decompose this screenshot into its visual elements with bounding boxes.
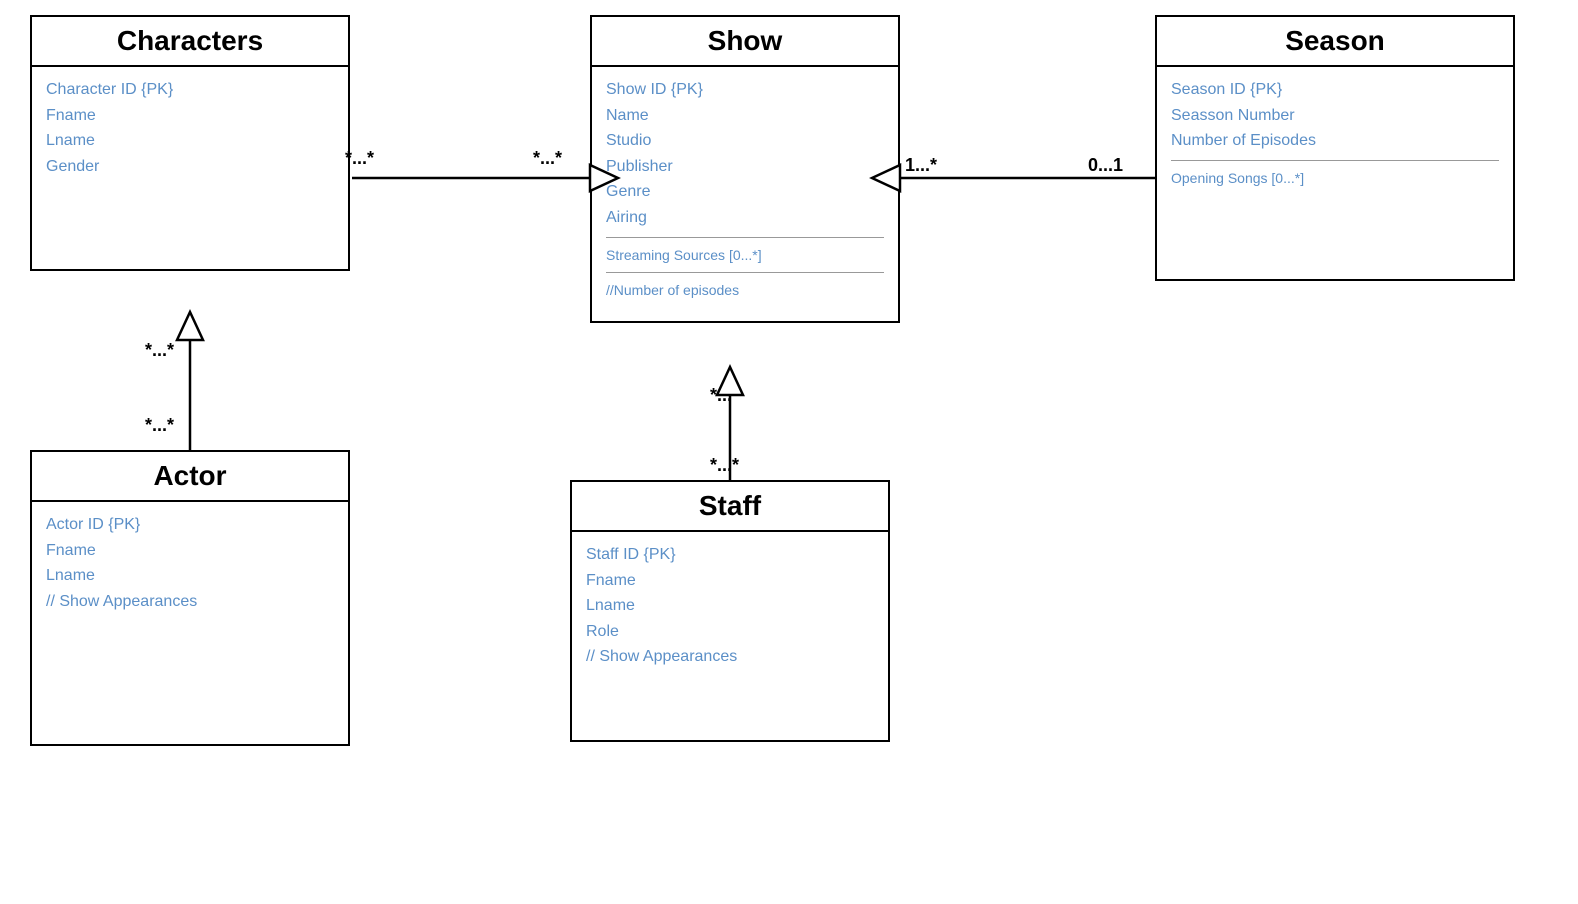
season-attr-2: Seasson Number xyxy=(1171,103,1499,129)
characters-header: Characters xyxy=(32,17,348,67)
mult-char-show-right: *...* xyxy=(533,148,562,169)
season-attr-1: Season ID {PK} xyxy=(1171,77,1499,103)
characters-body: Character ID {PK} Fname Lname Gender xyxy=(32,67,348,269)
show-derived-1: Streaming Sources [0...*] xyxy=(606,244,884,266)
show-divider xyxy=(606,237,884,238)
mult-char-show-left: *...* xyxy=(345,148,374,169)
staff-attr-4: Role xyxy=(586,619,874,645)
show-attr-2: Name xyxy=(606,103,884,129)
show-attr-5: Genre xyxy=(606,179,884,205)
actor-box: Actor Actor ID {PK} Fname Lname // Show … xyxy=(30,450,350,746)
actor-attr-2: Fname xyxy=(46,538,334,564)
char-attr-2: Fname xyxy=(46,103,334,129)
show-header: Show xyxy=(592,17,898,67)
char-attr-3: Lname xyxy=(46,128,334,154)
mult-show-season-right: 0...1 xyxy=(1088,155,1123,176)
mult-actor-char-bottom: *...* xyxy=(145,415,174,436)
season-derived: Opening Songs [0...*] xyxy=(1171,167,1499,189)
mult-staff-show-top: *...* xyxy=(710,385,739,406)
actor-attr-4: // Show Appearances xyxy=(46,589,334,615)
staff-attr-1: Staff ID {PK} xyxy=(586,542,874,568)
show-attr-3: Studio xyxy=(606,128,884,154)
staff-title: Staff xyxy=(699,490,761,521)
mult-show-season-left: 1...* xyxy=(905,155,937,176)
season-title: Season xyxy=(1285,25,1385,56)
show-body: Show ID {PK} Name Studio Publisher Genre… xyxy=(592,67,898,321)
show-derived-2: //Number of episodes xyxy=(606,279,884,301)
show-attr-4: Publisher xyxy=(606,154,884,180)
show-box: Show Show ID {PK} Name Studio Publisher … xyxy=(590,15,900,323)
actor-attr-3: Lname xyxy=(46,563,334,589)
show-divider2 xyxy=(606,272,884,273)
season-divider xyxy=(1171,160,1499,161)
actor-attr-1: Actor ID {PK} xyxy=(46,512,334,538)
season-body: Season ID {PK} Seasson Number Number of … xyxy=(1157,67,1513,279)
char-attr-4: Gender xyxy=(46,154,334,180)
mult-staff-show-bottom: *...* xyxy=(710,455,739,476)
show-title: Show xyxy=(708,25,783,56)
season-box: Season Season ID {PK} Seasson Number Num… xyxy=(1155,15,1515,281)
staff-header: Staff xyxy=(572,482,888,532)
mult-actor-char-top: *...* xyxy=(145,340,174,361)
actor-title: Actor xyxy=(153,460,226,491)
season-attr-3: Number of Episodes xyxy=(1171,128,1499,154)
staff-attr-5: // Show Appearances xyxy=(586,644,874,670)
staff-box: Staff Staff ID {PK} Fname Lname Role // … xyxy=(570,480,890,742)
staff-attr-2: Fname xyxy=(586,568,874,594)
char-attr-1: Character ID {PK} xyxy=(46,77,334,103)
show-attr-1: Show ID {PK} xyxy=(606,77,884,103)
show-attr-6: Airing xyxy=(606,205,884,231)
actor-header: Actor xyxy=(32,452,348,502)
characters-box: Characters Character ID {PK} Fname Lname… xyxy=(30,15,350,271)
actor-body: Actor ID {PK} Fname Lname // Show Appear… xyxy=(32,502,348,744)
staff-attr-3: Lname xyxy=(586,593,874,619)
season-header: Season xyxy=(1157,17,1513,67)
staff-body: Staff ID {PK} Fname Lname Role // Show A… xyxy=(572,532,888,740)
characters-title: Characters xyxy=(117,25,263,56)
